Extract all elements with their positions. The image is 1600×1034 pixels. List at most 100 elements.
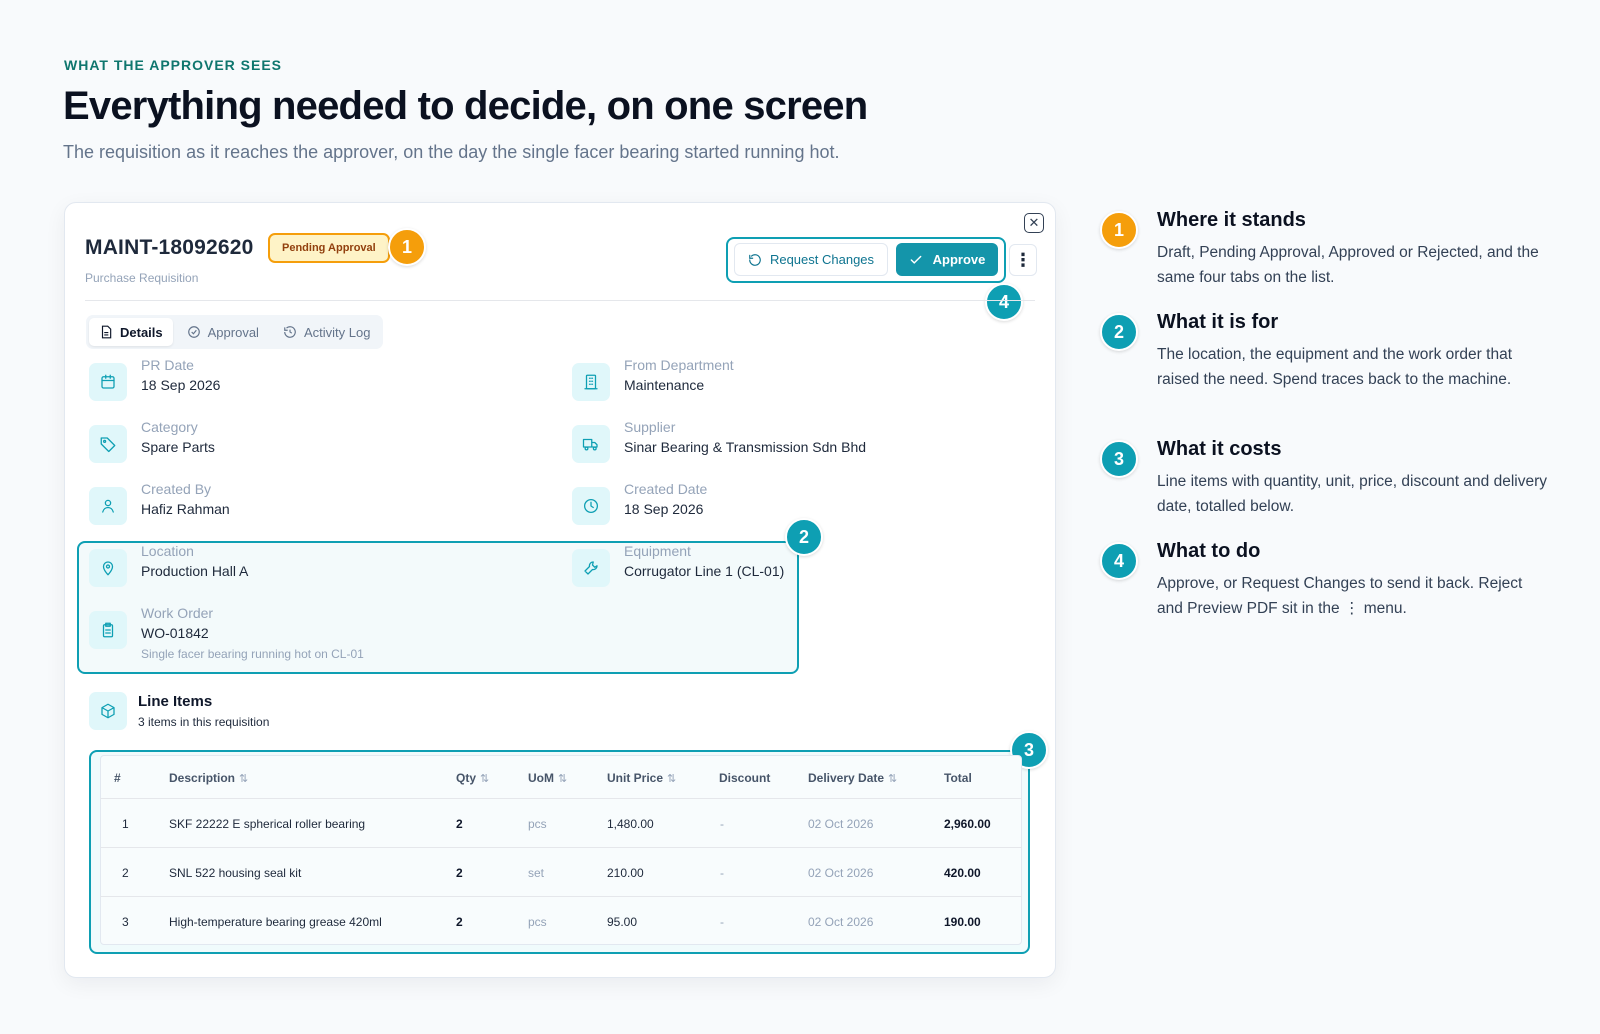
column-header-label: UoM [528, 771, 554, 785]
field-label: Supplier [624, 419, 676, 435]
tab-bar: Details Approval Activity Log [86, 315, 384, 349]
table-row-delivery-date: 02 Oct 2026 [808, 866, 874, 880]
table-row-unit-price: 1,480.00 [607, 817, 654, 831]
sort-icon: ⇅ [480, 773, 490, 785]
column-header-label: Unit Price [607, 771, 664, 785]
undo-icon [749, 253, 761, 266]
legend-marker: 4 [1100, 542, 1138, 580]
table-row-delivery-date: 02 Oct 2026 [808, 915, 874, 929]
field-label: PR Date [141, 357, 194, 373]
building-icon [572, 363, 610, 401]
tab-details[interactable]: Details [89, 318, 173, 346]
field-value: Maintenance [624, 377, 705, 393]
table-row-qty: 2 [456, 866, 463, 880]
column-header-unit-price[interactable]: Unit Price ⇅ [607, 771, 676, 785]
column-header-uom[interactable]: UoM ⇅ [528, 771, 567, 785]
header-divider [85, 300, 1035, 301]
more-options-button[interactable]: ⋮ [1009, 244, 1037, 276]
legend-title: What to do [1157, 540, 1261, 562]
field-value: Production Hall A [141, 563, 249, 579]
column-header-delivery-date[interactable]: Delivery Date ⇅ [808, 771, 897, 785]
page-title: Everything needed to decide, on one scre… [63, 84, 868, 128]
legend-title: Where it stands [1157, 209, 1306, 231]
table-row-qty: 2 [456, 817, 463, 831]
table-row-total: 2,960.00 [944, 817, 991, 831]
callout-marker-2: 2 [785, 518, 823, 556]
approve-button[interactable]: Approve [896, 243, 998, 276]
clipboard-icon [89, 611, 127, 649]
close-icon: ✕ [1028, 215, 1040, 230]
column-header-index: # [114, 771, 121, 785]
table-row-description: High-temperature bearing grease 420ml [169, 915, 382, 929]
field-value[interactable]: WO-01842 [141, 625, 209, 641]
tag-icon [89, 425, 127, 463]
check-circle-icon [187, 326, 200, 338]
table-row-discount: - [720, 817, 724, 831]
document-icon [101, 325, 112, 339]
table-row-unit-price: 95.00 [607, 915, 638, 929]
table-row-uom: pcs [528, 915, 547, 929]
request-changes-label: Request Changes [769, 252, 875, 267]
line-items-title: Line Items [138, 693, 213, 710]
table-row-index: 3 [122, 915, 129, 929]
table-row-delivery-date: 02 Oct 2026 [808, 817, 874, 831]
column-header-label: Description [169, 771, 236, 785]
wrench-icon [572, 549, 610, 587]
tab-activity-log-label: Activity Log [303, 324, 371, 340]
table-row-discount: - [720, 915, 724, 929]
legend-body: Draft, Pending Approval, Approved or Rej… [1157, 244, 1539, 286]
table-row-index: 2 [122, 866, 129, 880]
status-badge: Pending Approval [268, 233, 390, 263]
package-icon [89, 692, 127, 730]
map-pin-icon [89, 549, 127, 587]
table-row-description: SNL 522 housing seal kit [169, 866, 302, 880]
document-type: Purchase Requisition [85, 271, 199, 285]
field-value: Spare Parts [141, 439, 215, 455]
legend-marker: 2 [1100, 313, 1138, 351]
sort-icon: ⇅ [558, 773, 568, 785]
user-icon [89, 487, 127, 525]
legend-marker: 1 [1100, 211, 1138, 249]
tab-approval-label: Approval [207, 324, 259, 340]
column-header-description[interactable]: Description ⇅ [169, 771, 248, 785]
approve-label: Approve [932, 252, 986, 267]
callout-marker-4: 4 [985, 283, 1023, 321]
close-button[interactable]: ✕ [1024, 213, 1044, 233]
legend-body: Line items with quantity, unit, price, d… [1157, 473, 1547, 515]
calendar-icon [89, 363, 127, 401]
field-value: Corrugator Line 1 (CL-01) [624, 563, 785, 579]
truck-icon [572, 425, 610, 463]
field-label: Category [141, 419, 198, 435]
legend-body: The location, the equipment and the work… [1157, 346, 1512, 388]
legend-title: What it costs [1157, 438, 1282, 460]
eyebrow: WHAT THE APPROVER SEES [64, 57, 283, 73]
field-label: Created Date [624, 481, 708, 497]
field-value: 18 Sep 2026 [141, 377, 221, 393]
field-value: 18 Sep 2026 [624, 501, 704, 517]
field-label: From Department [624, 357, 734, 373]
tab-details-label: Details [120, 324, 163, 340]
field-value: Sinar Bearing & Transmission Sdn Bhd [624, 439, 867, 455]
sort-icon: ⇅ [888, 773, 898, 785]
column-header-qty[interactable]: Qty ⇅ [456, 771, 489, 785]
column-header-label: Qty [456, 771, 477, 785]
table-row-discount: - [720, 866, 724, 880]
check-icon [910, 255, 922, 264]
row-divider [100, 847, 1022, 848]
callout-marker-1: 1 [388, 228, 426, 266]
legend-title: What it is for [1157, 311, 1279, 333]
tab-approval[interactable]: Approval [177, 318, 269, 346]
request-changes-button[interactable]: Request Changes [734, 243, 888, 276]
line-items-subtitle: 3 items in this requisition [138, 715, 270, 729]
column-header-discount: Discount [719, 771, 771, 785]
row-divider [100, 798, 1022, 799]
table-row-description: SKF 22222 E spherical roller bearing [169, 817, 366, 831]
field-value: Hafiz Rahman [141, 501, 230, 517]
more-vertical-icon: ⋮ [1014, 249, 1032, 270]
table-row-total: 190.00 [944, 915, 981, 929]
table-row-index: 1 [122, 817, 129, 831]
table-row-uom: pcs [528, 817, 547, 831]
page-subtitle: The requisition as it reaches the approv… [63, 142, 840, 162]
field-label: Location [141, 543, 194, 559]
tab-activity-log[interactable]: Activity Log [273, 318, 380, 346]
